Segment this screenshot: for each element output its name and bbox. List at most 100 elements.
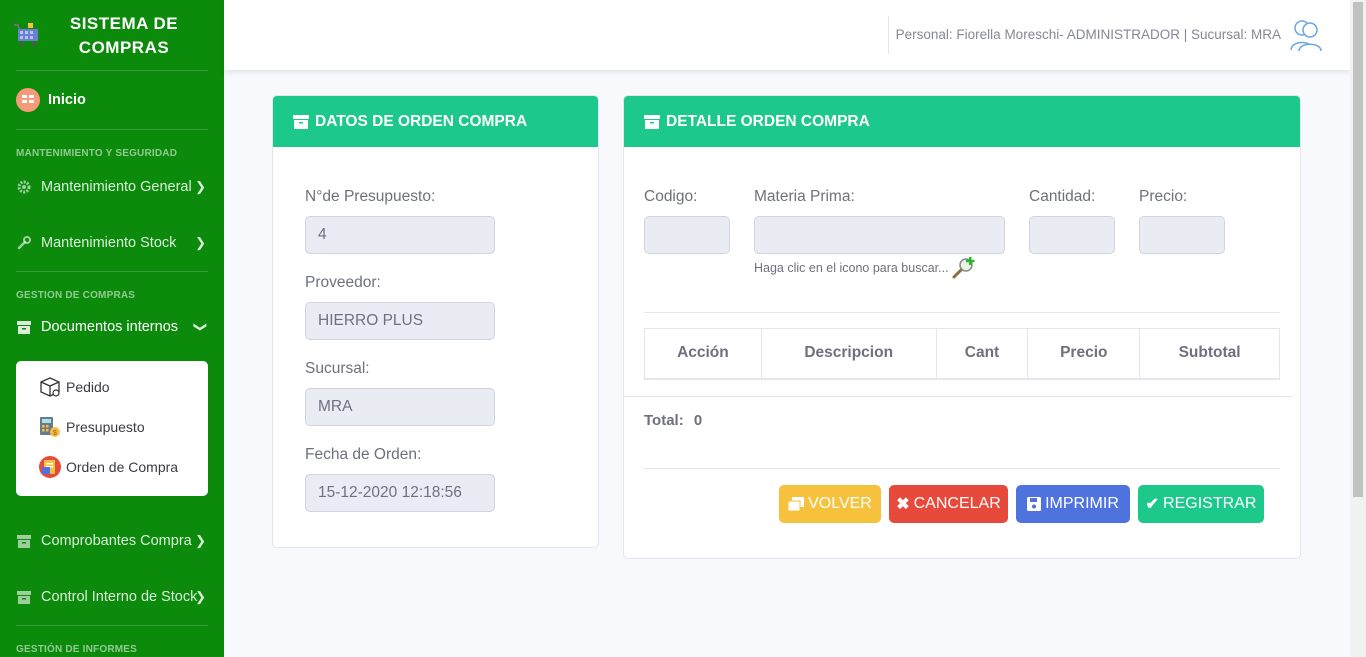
materia-prima-label: Materia Prima: <box>754 188 855 205</box>
submenu-documentos: Pedido $ Presupuesto Orden de Compra <box>16 361 208 496</box>
close-icon: ✖ <box>896 496 910 513</box>
chevron-right-icon: ❯ <box>195 179 206 194</box>
sidebar-divider <box>16 129 208 130</box>
sidebar-divider <box>16 271 208 272</box>
chevron-right-icon: ❯ <box>195 533 206 548</box>
sidebar-item-inicio[interactable]: Inicio <box>0 71 224 129</box>
detalle-table: Acción Descripcion Cant Precio Subtotal <box>644 328 1280 380</box>
sidebar-item-control-stock[interactable]: Control Interno de Stock ❯ <box>0 569 224 625</box>
volver-button[interactable]: VOLVER <box>779 485 881 523</box>
home-icon <box>16 88 40 112</box>
chevron-right-icon: ❯ <box>195 235 206 250</box>
codigo-label: Codigo: <box>644 188 698 205</box>
submenu-item-pedido[interactable]: Pedido <box>38 375 110 399</box>
column-cant: Cant <box>935 328 1029 380</box>
brand-title: SISTEMA DE COMPRAS <box>50 12 198 60</box>
submenu-item-presupuesto[interactable]: $ Presupuesto <box>38 415 145 439</box>
divider <box>644 468 1280 469</box>
button-label: REGISTRAR <box>1163 495 1257 512</box>
card-header: DATOS DE ORDEN COMPRA <box>273 96 598 147</box>
table-header-row: Acción Descripcion Cant Precio Subtotal <box>644 328 1280 380</box>
sidebar-item-label: Mantenimiento Stock <box>41 235 177 251</box>
precio-input[interactable] <box>1139 216 1225 254</box>
brand-title-line1: SISTEMA DE <box>69 14 179 33</box>
column-accion: Acción <box>644 328 762 380</box>
precio-label: Precio: <box>1139 188 1188 205</box>
fecha-field[interactable]: 15-12-2020 12:18:56 <box>305 474 495 512</box>
sidebar-item-label: Documentos internos <box>41 319 179 335</box>
proveedor-label: Proveedor: <box>305 274 381 291</box>
sidebar-item-comprobantes[interactable]: Comprobantes Compra ❯ <box>0 513 224 569</box>
imprimir-button[interactable]: IMPRIMIR <box>1016 485 1130 523</box>
scrollbar-thumb[interactable] <box>1353 2 1363 497</box>
shopping-cart-icon <box>14 23 38 46</box>
card-title: DATOS DE ORDEN COMPRA <box>315 112 528 130</box>
total-value: 0 <box>693 412 703 429</box>
sidebar-item-label: Mantenimiento General <box>41 179 192 195</box>
topbar: Personal: Fiorella Moreschi- ADMINISTRAD… <box>224 0 1350 70</box>
column-precio: Precio <box>1027 328 1141 380</box>
cantidad-label: Cantidad: <box>1029 188 1096 205</box>
chevron-down-icon: ❯ <box>193 321 209 333</box>
wrench-icon <box>16 235 32 251</box>
gear-icon <box>16 179 32 195</box>
cancelar-button[interactable]: ✖ CANCELAR <box>889 485 1008 523</box>
user-avatar-icon[interactable] <box>1290 18 1322 52</box>
box-icon <box>40 377 60 397</box>
submenu-item-label: Pedido <box>66 379 110 395</box>
sidebar-divider <box>16 625 208 626</box>
archive-icon <box>644 114 660 129</box>
chevron-right-icon: ❯ <box>195 589 206 604</box>
sucursal-field[interactable]: MRA <box>305 388 495 426</box>
proveedor-field[interactable]: HIERRO PLUS <box>305 302 495 340</box>
sidebar-heading: MANTENIMIENTO Y SEGURIDAD <box>16 148 178 159</box>
divider <box>644 312 1280 313</box>
datos-orden-card: DATOS DE ORDEN COMPRA N°de Presupuesto: … <box>272 95 599 548</box>
sidebar-heading: GESTIÓN DE INFORMES <box>16 644 138 655</box>
sucursal-label: Sucursal: <box>305 360 370 377</box>
sidebar-item-label: Control Interno de Stock <box>41 589 198 605</box>
save-icon <box>1027 497 1042 511</box>
fecha-label: Fecha de Orden: <box>305 446 422 463</box>
total-label: Total: <box>644 412 684 429</box>
submenu-item-orden-compra[interactable]: Orden de Compra <box>38 455 178 479</box>
sidebar-item-label: Inicio <box>48 92 86 108</box>
sidebar-item-documentos-internos[interactable]: Documentos internos ❯ <box>0 301 224 353</box>
submenu-item-label: Orden de Compra <box>66 459 179 475</box>
topbar-divider <box>888 16 889 54</box>
sidebar: SISTEMA DE COMPRAS Inicio MANTENIMIENTO … <box>0 0 224 657</box>
detalle-orden-card: DETALLE ORDEN COMPRA Codigo: Materia Pri… <box>623 95 1301 559</box>
button-label: CANCELAR <box>913 495 1001 512</box>
archive-icon <box>16 319 32 335</box>
brand-title-line2: COMPRAS <box>78 38 170 57</box>
sidebar-heading: GESTION DE COMPRAS <box>16 290 136 301</box>
codigo-input[interactable] <box>644 216 730 254</box>
presupuesto-field[interactable]: 4 <box>305 216 495 254</box>
user-info[interactable]: Personal: Fiorella Moreschi- ADMINISTRAD… <box>896 27 1281 42</box>
search-hint: Haga clic en el icono para buscar... <box>754 261 949 275</box>
card-title: DETALLE ORDEN COMPRA <box>666 112 870 130</box>
submenu-item-label: Presupuesto <box>66 419 145 435</box>
sidebar-item-mantenimiento-stock[interactable]: Mantenimiento Stock ❯ <box>0 215 224 271</box>
copy-icon <box>788 497 805 511</box>
divider <box>624 396 1292 397</box>
total-row: Total: 0 <box>644 412 702 429</box>
sidebar-item-label: Comprobantes Compra <box>41 533 192 549</box>
card-header: DETALLE ORDEN COMPRA <box>624 96 1300 147</box>
column-subtotal: Subtotal <box>1139 328 1280 380</box>
check-icon: ✔ <box>1145 496 1160 513</box>
search-add-icon[interactable] <box>951 256 977 280</box>
column-descripcion: Descripcion <box>760 328 937 380</box>
archive-icon <box>16 533 32 549</box>
brand[interactable]: SISTEMA DE COMPRAS <box>0 0 224 70</box>
page-scrollbar[interactable] <box>1350 0 1366 657</box>
button-label: IMPRIMIR <box>1045 495 1119 512</box>
order-icon <box>39 456 61 478</box>
sidebar-item-mantenimiento-general[interactable]: Mantenimiento General ❯ <box>0 159 224 215</box>
registrar-button[interactable]: ✔ REGISTRAR <box>1138 485 1264 523</box>
materia-prima-input[interactable] <box>754 216 1005 254</box>
archive-icon <box>16 589 32 605</box>
cantidad-input[interactable] <box>1029 216 1115 254</box>
presupuesto-label: N°de Presupuesto: <box>305 188 436 205</box>
calculator-icon: $ <box>40 417 60 437</box>
